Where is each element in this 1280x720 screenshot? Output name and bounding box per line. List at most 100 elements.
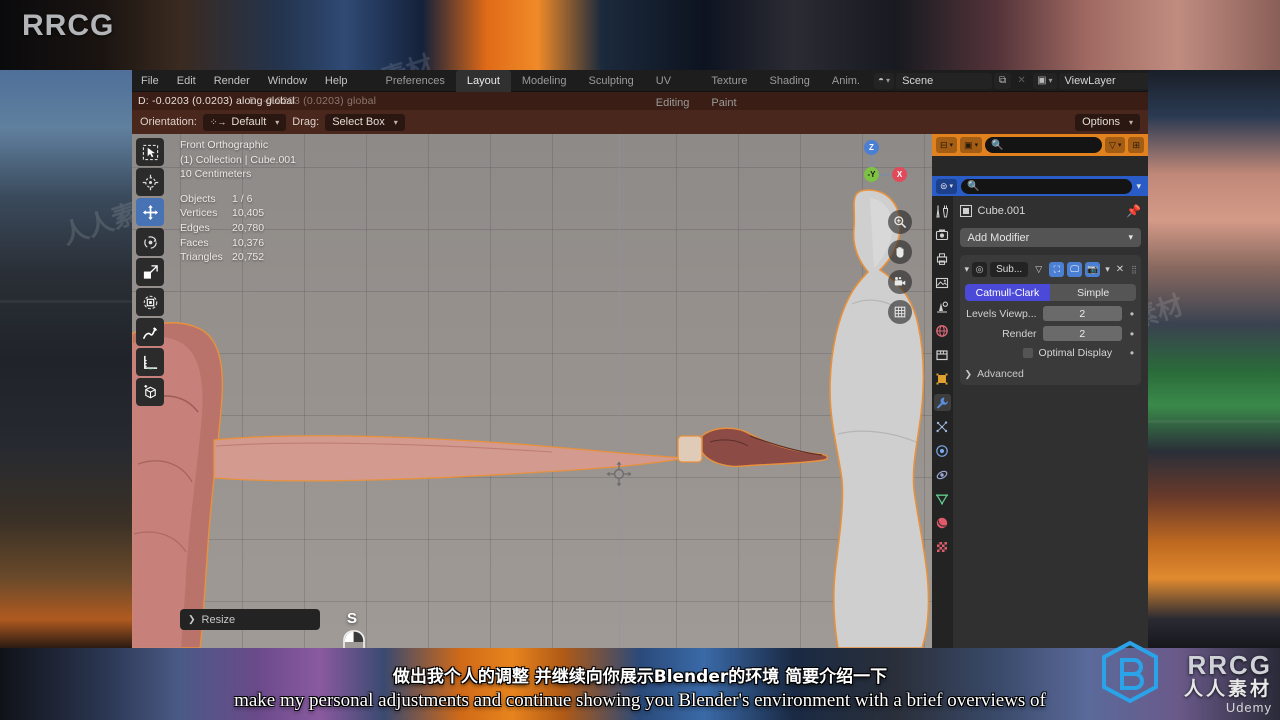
menu-file[interactable]: File: [132, 70, 168, 92]
camera-icon: [894, 277, 906, 286]
edit-mode-toggle[interactable]: ⛶: [1049, 261, 1065, 277]
3d-viewport[interactable]: Front Orthographic (1) Collection | Cube…: [132, 134, 932, 648]
orientation-dropdown[interactable]: ⁘→ Default ▾: [202, 113, 287, 131]
add-cube-tool[interactable]: [136, 378, 164, 406]
breadcrumb-object-name[interactable]: Cube.001: [978, 205, 1026, 217]
object-data-triangle-icon: [936, 493, 949, 505]
stat-row: Faces 10,376: [180, 236, 296, 251]
physics-tab[interactable]: [934, 442, 951, 459]
data-tab[interactable]: [934, 490, 951, 507]
modifier-tab[interactable]: [933, 394, 951, 411]
transform-tool[interactable]: [136, 288, 164, 316]
tab-modeling[interactable]: Modeling: [511, 70, 578, 92]
move-tool[interactable]: [136, 198, 164, 226]
scene-name-field[interactable]: Scene: [896, 72, 993, 89]
modifier-name-field[interactable]: Sub...: [990, 261, 1029, 277]
x-close-icon[interactable]: ✕: [1116, 264, 1124, 275]
camera-view-button[interactable]: [888, 270, 912, 294]
add-cube-icon: [143, 384, 156, 398]
id-type-filter-icon[interactable]: ▣ ▾: [960, 137, 983, 153]
render-toggle[interactable]: 📷: [1085, 261, 1101, 277]
tab-texture-paint[interactable]: Texture Paint: [700, 70, 758, 109]
operator-redo-panel[interactable]: ❯ Resize: [180, 609, 320, 630]
viewlayer-browse-icon[interactable]: ▣ ▾: [1033, 72, 1057, 89]
properties-search-input[interactable]: 🔍: [961, 178, 1133, 194]
drag-dropdown[interactable]: Select Box ▾: [325, 113, 405, 131]
modifier-extras-icon[interactable]: ▾: [1105, 264, 1110, 275]
tab-sculpting[interactable]: Sculpting: [578, 70, 645, 92]
scale-tool[interactable]: [136, 258, 164, 286]
tab-uv-editing[interactable]: UV Editing: [645, 70, 701, 109]
measure-tool[interactable]: [136, 348, 164, 376]
stat-row: Edges 20,780: [180, 221, 296, 236]
world-tab[interactable]: [934, 322, 951, 339]
unlink-scene-icon[interactable]: ✕: [1013, 73, 1030, 89]
render-tab[interactable]: [934, 226, 951, 243]
drag-handle-icon[interactable]: ⣿: [1131, 265, 1137, 274]
subsurf-icon: ◎: [972, 261, 988, 277]
output-tab[interactable]: [934, 250, 951, 267]
scene-tab[interactable]: [934, 298, 951, 315]
funnel-filter-icon[interactable]: ▽ ▾: [1105, 137, 1126, 153]
modifier-panel: ▾ ◎ Sub... ▽ ⛶ 🖵 📷 ▾ ✕ ⣿ Catmull-Clark S…: [959, 255, 1141, 385]
viewlayer-name-field[interactable]: ViewLayer: [1058, 72, 1148, 89]
material-tab[interactable]: [934, 514, 951, 531]
stat-value: 10,405: [232, 207, 265, 220]
options-dropdown[interactable]: Options ▾: [1075, 113, 1140, 131]
advanced-section[interactable]: ❯ Advanced: [965, 368, 1136, 380]
chevron-down-icon: ▾: [1128, 117, 1133, 127]
tool-tab[interactable]: [934, 202, 951, 219]
menu-edit[interactable]: Edit: [168, 70, 205, 92]
tab-preferences[interactable]: Preferences: [375, 70, 456, 92]
rotate-tool[interactable]: [136, 228, 164, 256]
texture-tab[interactable]: [934, 538, 951, 555]
outliner-tree-area[interactable]: [932, 156, 1148, 176]
simple-button[interactable]: Simple: [1050, 284, 1136, 301]
new-scene-icon[interactable]: ⧉: [994, 72, 1012, 89]
animate-dot-icon[interactable]: •: [1128, 347, 1136, 359]
animate-dot-icon[interactable]: •: [1128, 308, 1136, 320]
add-modifier-button[interactable]: Add Modifier ▾: [959, 228, 1141, 247]
viewport-stats-overlay: Front Orthographic (1) Collection | Cube…: [180, 138, 296, 265]
gizmo-z-axis[interactable]: Z: [864, 140, 879, 155]
particles-tab[interactable]: [934, 418, 951, 435]
pin-icon[interactable]: 📌: [1126, 204, 1141, 218]
levels-viewport-value[interactable]: 2: [1042, 306, 1122, 321]
zoom-button[interactable]: [888, 210, 912, 234]
select-box-tool[interactable]: [136, 138, 164, 166]
catmull-clark-button[interactable]: Catmull-Clark: [964, 284, 1051, 301]
view-layer-tab[interactable]: [934, 274, 951, 291]
new-collection-icon[interactable]: ⊞: [1128, 137, 1144, 153]
cursor-tool[interactable]: [136, 168, 164, 196]
move-gizmo-icon[interactable]: [605, 460, 633, 488]
menu-window[interactable]: Window: [259, 70, 316, 92]
tab-shading[interactable]: Shading: [759, 70, 821, 92]
annotate-tool[interactable]: [136, 318, 164, 346]
drag-value: Select Box: [332, 116, 385, 128]
pan-button[interactable]: [888, 240, 912, 264]
stat-row: Triangles 20,752: [180, 250, 296, 265]
toggle-ortho-button[interactable]: [888, 300, 912, 324]
animate-dot-icon[interactable]: •: [1128, 328, 1136, 340]
navigation-gizmo[interactable]: Z -Y X: [848, 140, 910, 202]
orientation-value: Default: [231, 116, 267, 128]
properties-editor-icon[interactable]: ⊜ ▾: [936, 178, 958, 194]
chevron-down-icon[interactable]: ▾: [965, 264, 970, 275]
constraints-tab[interactable]: [934, 466, 951, 483]
outliner-display-mode-icon[interactable]: ⊟ ▾: [936, 137, 958, 153]
tab-animation[interactable]: Anim.: [821, 70, 871, 92]
menu-render[interactable]: Render: [205, 70, 259, 92]
optimal-display-checkbox[interactable]: [1022, 348, 1033, 358]
collection-tab[interactable]: [934, 346, 951, 363]
chevron-down-icon[interactable]: ▾: [1136, 181, 1144, 192]
gizmo-x-axis[interactable]: X: [892, 167, 907, 182]
menu-help[interactable]: Help: [316, 70, 357, 92]
outliner-search-input[interactable]: 🔍: [985, 137, 1103, 153]
tab-layout[interactable]: Layout: [455, 70, 511, 92]
render-levels-value[interactable]: 2: [1042, 326, 1122, 341]
on-cage-toggle[interactable]: ▽: [1031, 262, 1046, 277]
realtime-toggle[interactable]: 🖵: [1067, 261, 1083, 277]
scene-browse-icon[interactable]: ◓ ▾: [874, 72, 895, 89]
object-tab[interactable]: [934, 370, 951, 387]
gizmo-y-axis[interactable]: -Y: [864, 167, 879, 182]
